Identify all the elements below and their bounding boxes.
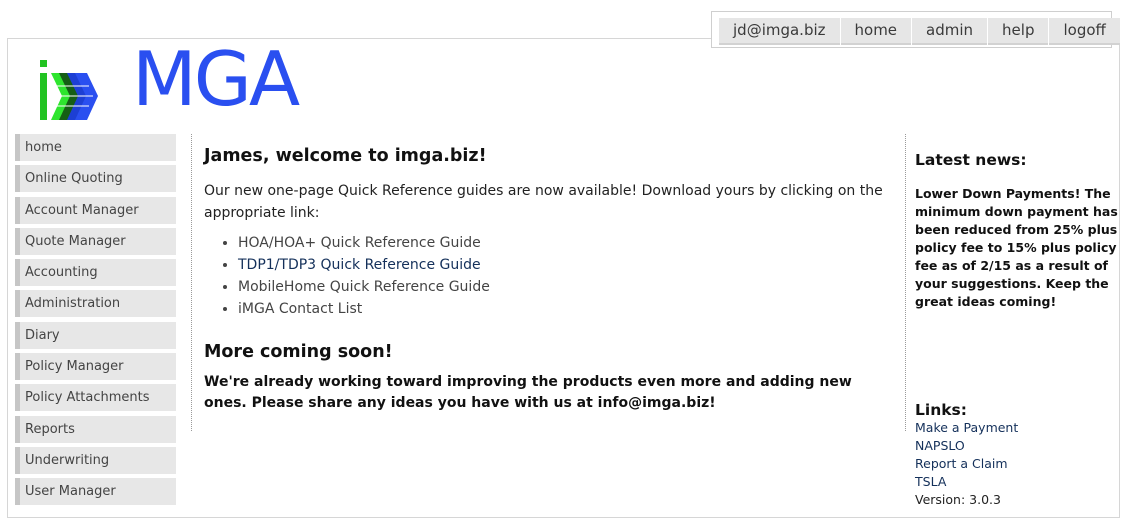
right-column: Latest news: Lower Down Payments! The mi… [915,134,1120,507]
latest-news-text: Lower Down Payments! The minimum down pa… [915,186,1118,309]
coming-soon-text: We're already working toward improving t… [204,374,852,411]
user-account-link[interactable]: jd@imga.biz [719,18,840,45]
sidebar-item-policy-manager[interactable]: Policy Manager [15,353,176,381]
sidebar-item-underwriting[interactable]: Underwriting [15,446,176,474]
link-report-claim[interactable]: Report a Claim [915,455,1018,473]
list-item: MobileHome Quick Reference Guide [238,276,884,298]
sidebar-item-quote-manager[interactable]: Quote Manager [15,227,176,255]
links-list: Make a Payment NAPSLO Report a Claim TSL… [915,419,1018,509]
sidebar-item-user-manager[interactable]: User Manager [15,478,176,506]
top-nav-logoff[interactable]: logoff [1049,18,1120,45]
top-nav-admin[interactable]: admin [912,18,988,45]
sidebar-menu: home Online Quoting Account Manager Quot… [15,134,176,510]
sidebar-item-diary[interactable]: Diary [15,321,176,349]
top-nav-help[interactable]: help [988,18,1049,45]
welcome-heading: James, welcome to imga.biz! [204,146,487,166]
top-navigation: jd@imga.biz home admin help logoff [711,11,1120,48]
main-content: James, welcome to imga.biz! Our new one-… [191,134,906,431]
logo-wordmark: MGA [132,35,300,123]
intro-text: Our new one-page Quick Reference guides … [204,183,883,221]
list-item: HOA/HOA+ Quick Reference Guide [238,232,884,254]
sidebar-item-home[interactable]: home [15,134,176,161]
sidebar-item-policy-attachments[interactable]: Policy Attachments [15,384,176,412]
sidebar-item-administration[interactable]: Administration [15,290,176,318]
links-heading: Links: [915,401,967,419]
top-nav-home[interactable]: home [840,18,912,45]
coming-soon-heading: More coming soon! [204,342,393,362]
guide-link-contact-list[interactable]: iMGA Contact List [238,301,362,317]
link-napslo[interactable]: NAPSLO [915,437,1018,455]
version-label: Version: 3.0.3 [915,492,1001,507]
link-make-payment[interactable]: Make a Payment [915,419,1018,437]
guides-list: HOA/HOA+ Quick Reference Guide TDP1/TDP3… [204,232,884,320]
guide-link-mobilehome[interactable]: MobileHome Quick Reference Guide [238,279,490,295]
sidebar-item-accounting[interactable]: Accounting [15,259,176,287]
link-tsla[interactable]: TSLA [915,473,1018,491]
sidebar-item-account-manager[interactable]: Account Manager [15,196,176,224]
latest-news-heading: Latest news: [915,151,1027,169]
guide-link-tdp[interactable]: TDP1/TDP3 Quick Reference Guide [238,257,481,273]
sidebar-item-online-quoting[interactable]: Online Quoting [15,165,176,193]
sidebar-item-reports[interactable]: Reports [15,415,176,443]
guide-link-hoa[interactable]: HOA/HOA+ Quick Reference Guide [238,235,481,251]
logo-emblem-icon [40,60,98,120]
list-item: TDP1/TDP3 Quick Reference Guide [238,254,884,276]
list-item: iMGA Contact List [238,298,884,320]
